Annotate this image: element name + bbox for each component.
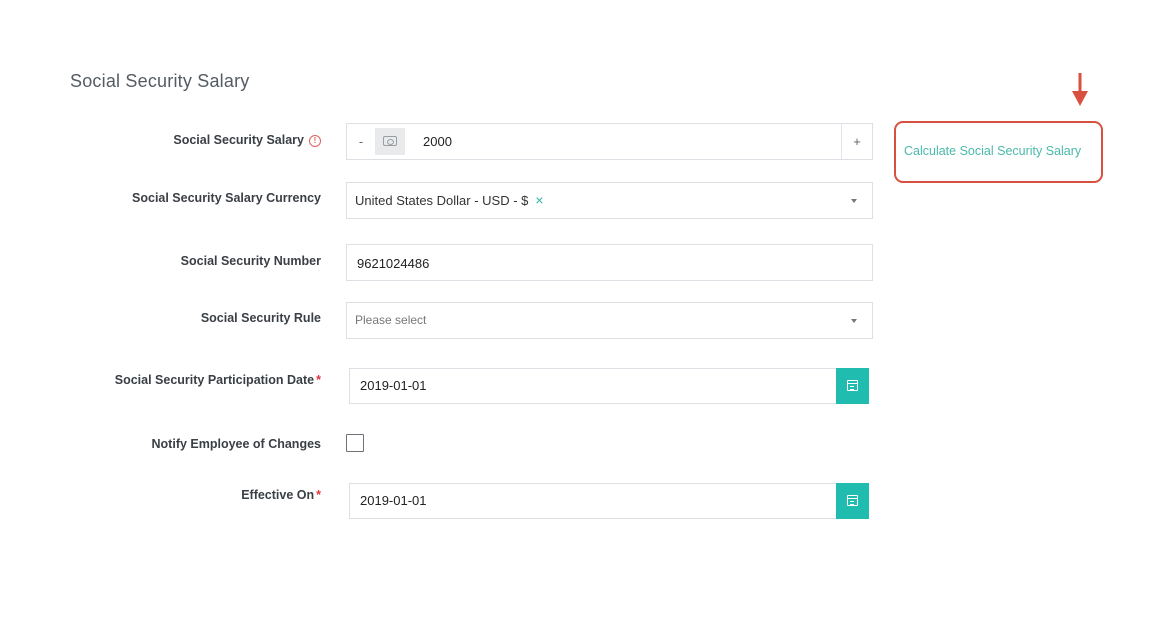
calendar-icon xyxy=(847,380,858,391)
participation-date-label-row: Social Security Participation Date * xyxy=(115,373,321,387)
calculate-highlight-box: Calculate Social Security Salary xyxy=(894,121,1103,183)
number-value: 9621024486 xyxy=(357,256,430,271)
chevron-down-icon[interactable] xyxy=(851,319,857,323)
currency-label: Social Security Salary Currency xyxy=(132,191,321,205)
participation-date-value: 2019-01-01 xyxy=(360,378,427,393)
chevron-down-icon[interactable] xyxy=(851,199,857,203)
currency-value: United States Dollar - USD - $ xyxy=(355,193,529,208)
calendar-icon xyxy=(847,495,858,506)
salary-input[interactable]: 2000 xyxy=(423,124,452,159)
calculate-social-security-salary-link[interactable]: Calculate Social Security Salary xyxy=(904,144,1081,158)
rule-placeholder: Please select xyxy=(355,313,427,327)
effective-on-input[interactable]: 2019-01-01 xyxy=(349,483,869,519)
section-title: Social Security Salary xyxy=(70,71,250,91)
decrement-button[interactable]: - xyxy=(347,124,375,159)
salary-label: Social Security Salary xyxy=(173,133,304,147)
notify-checkbox[interactable] xyxy=(346,434,364,452)
clear-selection-icon[interactable]: × xyxy=(535,192,543,208)
effective-on-value: 2019-01-01 xyxy=(360,493,427,508)
rule-select[interactable]: Please select xyxy=(346,302,873,339)
increment-button[interactable]: + xyxy=(841,124,872,159)
notify-label: Notify Employee of Changes xyxy=(151,437,321,451)
money-bill-icon xyxy=(383,136,397,146)
required-asterisk: * xyxy=(316,373,321,387)
number-input[interactable]: 9621024486 xyxy=(346,244,873,281)
salary-label-row: Social Security Salary! xyxy=(173,133,321,147)
exclamation-circle-icon: ! xyxy=(309,135,321,147)
annotation-arrow-icon xyxy=(1072,73,1088,106)
participation-date-input[interactable]: 2019-01-01 xyxy=(349,368,869,404)
participation-date-calendar-button[interactable] xyxy=(836,368,869,404)
number-label: Social Security Number xyxy=(180,254,321,268)
required-asterisk: * xyxy=(316,488,321,502)
currency-select[interactable]: United States Dollar - USD - $ × xyxy=(346,182,873,219)
effective-on-label-row: Effective On * xyxy=(241,488,321,502)
participation-date-label: Social Security Participation Date xyxy=(114,373,315,387)
currency-addon xyxy=(375,128,405,155)
page: Social Security Salary Social Security S… xyxy=(0,0,1173,625)
currency-value-row: United States Dollar - USD - $ × xyxy=(355,183,544,218)
rule-label: Social Security Rule xyxy=(200,311,321,325)
effective-on-label: Effective On xyxy=(241,488,315,502)
salary-stepper[interactable]: - 2000 + xyxy=(346,123,873,160)
effective-on-calendar-button[interactable] xyxy=(836,483,869,519)
